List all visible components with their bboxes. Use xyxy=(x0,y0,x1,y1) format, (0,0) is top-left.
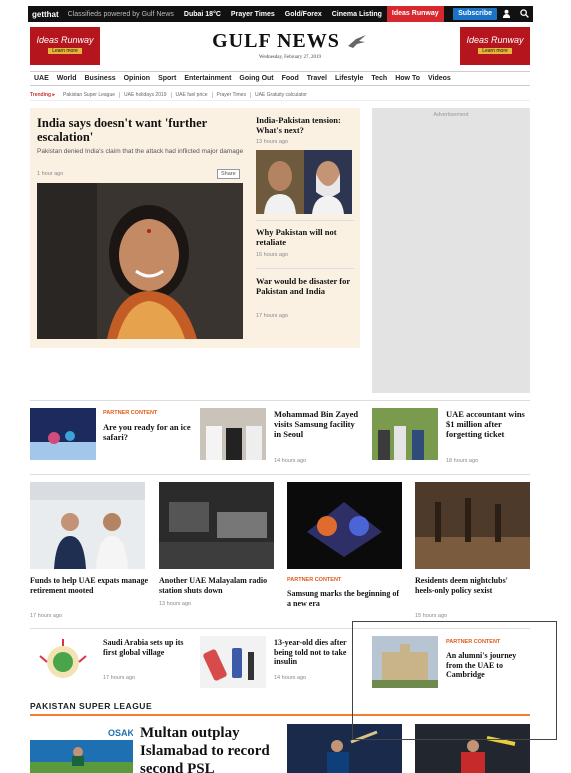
story-time: 18 hours ago xyxy=(446,458,479,464)
nav-item-food[interactable]: Food xyxy=(278,75,303,82)
masthead[interactable]: GULF NEWS Wednesday, February 27, 2019 xyxy=(200,30,380,60)
story-time: 17 hours ago xyxy=(30,613,63,619)
story-time: 15 hours ago xyxy=(415,613,448,619)
trending-item[interactable]: UAE fuel price xyxy=(172,91,213,98)
story-thumbnail[interactable] xyxy=(159,482,274,569)
weather-link[interactable]: Dubai 18°C xyxy=(179,11,226,18)
ideas-runway-ad-right[interactable]: Ideas Runway Learn more xyxy=(460,27,530,65)
prayer-times-link[interactable]: Prayer Times xyxy=(226,11,280,18)
trending-item[interactable]: Pakistan Super League xyxy=(59,91,121,98)
partner-content-tag: PARTNER CONTENT xyxy=(103,410,158,416)
nav-item-opinion[interactable]: Opinion xyxy=(120,75,154,82)
divider xyxy=(256,268,354,269)
featured-time: 1 hour ago xyxy=(37,171,64,177)
story-time: 13 hours ago xyxy=(159,601,192,607)
story-title[interactable]: Funds to help UAE expats manage retireme… xyxy=(30,576,148,595)
side-story-image[interactable] xyxy=(256,150,352,214)
story-time: 17 hours ago xyxy=(103,675,136,681)
side-story-title[interactable]: War would be disaster for Pakistan and I… xyxy=(256,276,354,296)
nav-item-business[interactable]: Business xyxy=(80,75,119,82)
side-story-title[interactable]: Why Pakistan will not retaliate xyxy=(256,227,354,247)
nav-item-sport[interactable]: Sport xyxy=(154,75,180,82)
featured-story-block: India says doesn't want 'further escalat… xyxy=(30,108,360,348)
trending-item[interactable]: UAE holidays 2019 xyxy=(120,91,172,98)
story-thumbnail[interactable] xyxy=(415,482,530,569)
getthat-logo[interactable]: getthat xyxy=(28,10,63,19)
main-navigation: UAE World Business Opinion Sport Enterta… xyxy=(30,71,530,86)
section-lead-image[interactable]: OSAKA xyxy=(30,724,133,773)
divider xyxy=(256,220,354,221)
divider xyxy=(30,400,530,401)
side-story-title[interactable]: India-Pakistan tension: What's next? xyxy=(256,115,354,135)
story-title[interactable]: UAE accountant wins $1 million after for… xyxy=(446,409,532,439)
featured-headline[interactable]: India says doesn't want 'further escalat… xyxy=(37,116,247,144)
story-thumbnail[interactable] xyxy=(30,408,96,460)
story-title[interactable]: Another UAE Malayalam radio station shut… xyxy=(159,576,275,595)
ad-brand: Ideas Runway xyxy=(466,35,524,45)
advertisement-slot[interactable]: Advertisement xyxy=(372,108,530,393)
side-story-time: 17 hours ago xyxy=(256,313,289,319)
story-thumbnail[interactable] xyxy=(372,408,438,460)
classifieds-link[interactable]: Classifieds powered by Gulf News xyxy=(63,11,179,18)
featured-summary: Pakistan denied India's claim that the a… xyxy=(37,148,244,155)
top-utility-bar: getthat Classifieds powered by Gulf News… xyxy=(28,6,533,22)
partner-content-tag: PARTNER CONTENT xyxy=(287,577,342,583)
nav-item-how-to[interactable]: How To xyxy=(391,75,424,82)
story-title[interactable]: Samsung marks the beginning of a new era xyxy=(287,589,405,608)
cinema-link[interactable]: Cinema Listing xyxy=(327,11,387,18)
story-time: 14 hours ago xyxy=(274,458,307,464)
side-story-time: 16 hours ago xyxy=(256,252,289,258)
section-lead-headline[interactable]: Multan outplay Islamabad to record secon… xyxy=(140,724,280,773)
nav-item-uae[interactable]: UAE xyxy=(30,75,53,82)
section-title[interactable]: PAKISTAN SUPER LEAGUE xyxy=(30,701,152,711)
story-thumbnail[interactable] xyxy=(200,408,266,460)
highlight-frame xyxy=(352,621,557,740)
nav-item-travel[interactable]: Travel xyxy=(303,75,331,82)
nav-item-lifestyle[interactable]: Lifestyle xyxy=(331,75,367,82)
nav-item-entertainment[interactable]: Entertainment xyxy=(180,75,235,82)
story-time: 14 hours ago xyxy=(274,675,307,681)
user-icon[interactable] xyxy=(497,9,515,20)
divider xyxy=(30,474,530,475)
nav-item-videos[interactable]: Videos xyxy=(424,75,455,82)
story-title[interactable]: 13-year-old dies after being told not to… xyxy=(274,638,362,667)
story-title[interactable]: Mohammad Bin Zayed visits Samsung facili… xyxy=(274,409,362,439)
trending-label: Trending ▸ xyxy=(30,91,56,98)
story-title[interactable]: Residents deem nightclubs' heels-only po… xyxy=(415,576,525,595)
nav-item-going-out[interactable]: Going Out xyxy=(235,75,277,82)
subscribe-button[interactable]: Subscribe xyxy=(453,8,497,20)
ideas-runway-link[interactable]: Ideas Runway xyxy=(386,6,444,22)
story-title[interactable]: Saudi Arabia sets up its first global vi… xyxy=(103,638,191,657)
story-title[interactable]: Are you ready for an ice safari? xyxy=(103,422,191,442)
share-button[interactable]: Share xyxy=(217,169,240,179)
ad-cta[interactable]: Learn more xyxy=(48,48,82,54)
falcon-icon xyxy=(346,30,368,52)
story-thumbnail[interactable] xyxy=(30,636,96,688)
gold-forex-link[interactable]: Gold/Forex xyxy=(280,11,327,18)
story-thumbnail[interactable] xyxy=(200,636,266,688)
trending-item[interactable]: UAE Gratuity calculator xyxy=(251,92,311,98)
featured-image[interactable] xyxy=(37,183,243,339)
trending-item[interactable]: Prayer Times xyxy=(213,91,251,98)
ad-cta[interactable]: Learn more xyxy=(478,48,512,54)
trending-bar: Trending ▸ Pakistan Super League UAE hol… xyxy=(30,89,530,101)
story-thumbnail[interactable] xyxy=(30,482,145,569)
story-thumbnail[interactable] xyxy=(287,482,402,569)
nav-item-tech[interactable]: Tech xyxy=(367,75,391,82)
search-icon[interactable] xyxy=(515,8,533,20)
ad-brand: Ideas Runway xyxy=(36,35,94,45)
masthead-date: Wednesday, February 27, 2019 xyxy=(259,55,321,60)
site-title: GULF NEWS xyxy=(200,30,380,53)
sponsor-logo: OSAKA xyxy=(108,728,133,738)
side-story-time: 13 hours ago xyxy=(256,139,289,145)
nav-item-world[interactable]: World xyxy=(53,75,81,82)
ideas-runway-ad-left[interactable]: Ideas Runway Learn more xyxy=(30,27,100,65)
